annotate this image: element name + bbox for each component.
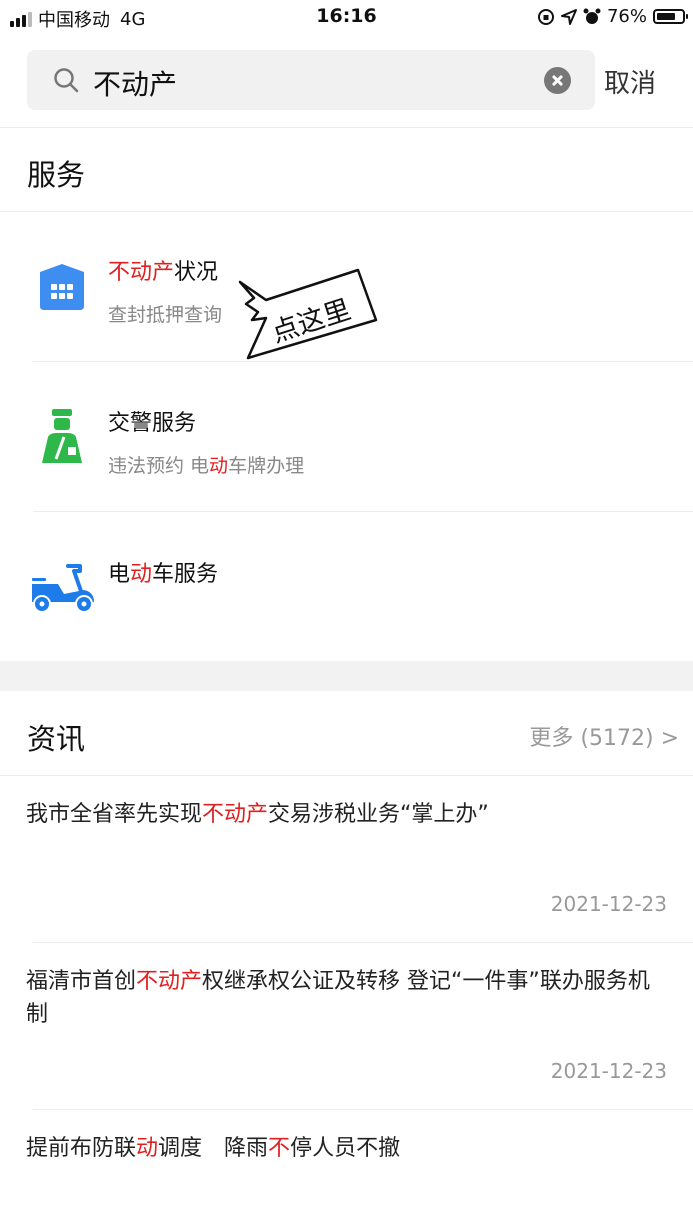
subtitle-part: 违法预约 电 (108, 455, 210, 477)
battery-fill (657, 13, 676, 20)
status-bar: 中国移动 4G 16:16 76% (0, 0, 693, 36)
services-section-title: 服务 (27, 158, 86, 192)
news-highlight: 不 (268, 1136, 291, 1161)
divider (0, 775, 693, 776)
section-separator (0, 661, 693, 691)
news-title: 福清市首创不动产权继承权公证及转移 登记“一件事”联办服务机制 (26, 965, 666, 1031)
subtitle-part: 车牌办理 (228, 455, 305, 477)
news-text: 交易涉税业务“掌上办” (268, 802, 489, 827)
news-highlight: 不动产 (202, 802, 269, 827)
news-text: 调度 降雨 (158, 1136, 269, 1161)
search-icon (54, 68, 79, 93)
divider (33, 1109, 693, 1110)
callout-sticker: 点这里 (238, 268, 378, 360)
title-rest: 状况 (174, 260, 219, 285)
service-title: 电动车服务 (108, 556, 218, 588)
scooter-icon (32, 564, 94, 613)
divider (33, 942, 693, 943)
subtitle-highlight: 动 (209, 455, 229, 477)
location-icon (560, 8, 577, 25)
news-title: 我市全省率先实现不动产交易涉税业务“掌上办” (26, 798, 666, 831)
search-input[interactable]: 不动产 (93, 63, 177, 103)
divider (0, 211, 693, 212)
service-subtitle: 违法预约 电动车牌办理 (108, 451, 304, 478)
service-subtitle: 查封抵押查询 (108, 304, 223, 326)
news-section-title: 资讯 (27, 722, 86, 756)
search-box[interactable]: 不动产 (27, 50, 595, 110)
traffic-police-icon (42, 409, 82, 463)
title-highlight: 不动产 (108, 260, 175, 285)
orientation-lock-icon (537, 8, 554, 25)
building-icon (40, 264, 84, 310)
cancel-button[interactable]: 取消 (604, 63, 656, 100)
news-text: 提前布防联 (26, 1136, 137, 1161)
news-text: 福清市首创 (26, 969, 137, 994)
news-highlight: 不动产 (136, 969, 203, 994)
divider (33, 361, 693, 362)
news-date: 2021-12-23 (550, 892, 667, 916)
alarm-icon (583, 8, 601, 24)
more-news-link[interactable]: 更多 (5172) > (529, 720, 679, 752)
news-text: 我市全省率先实现 (26, 802, 203, 827)
service-title: 交警服务 (108, 411, 197, 436)
title-part: 电 (108, 562, 131, 587)
divider (33, 511, 693, 512)
battery-icon (653, 9, 688, 24)
title-highlight: 动 (130, 562, 153, 587)
news-date: 2021-12-23 (550, 1059, 667, 1083)
status-right: 76% (537, 6, 688, 27)
service-title: 不动产状况 (108, 254, 218, 286)
clear-icon[interactable] (544, 67, 571, 94)
title-part: 车服务 (152, 562, 219, 587)
divider (0, 127, 693, 128)
battery-percent: 76% (606, 6, 647, 27)
news-highlight: 动 (136, 1136, 159, 1161)
news-title: 提前布防联动调度 降雨不停人员不撤 (26, 1132, 666, 1165)
news-text: 停人员不撤 (290, 1136, 401, 1161)
